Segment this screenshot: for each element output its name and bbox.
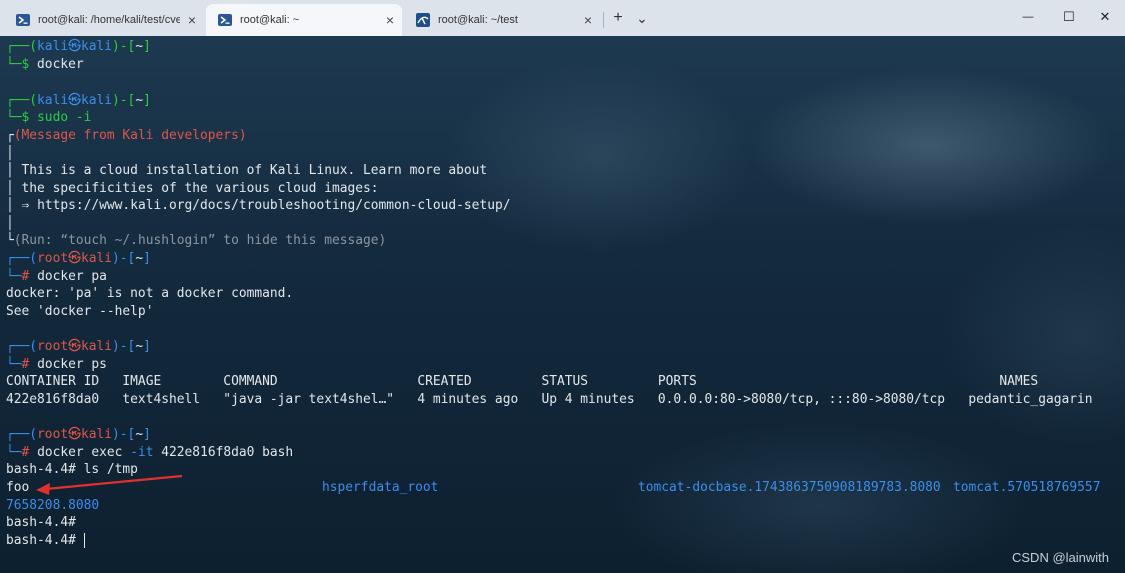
minimize-button[interactable]: —	[1005, 0, 1051, 34]
powershell-icon	[218, 13, 232, 27]
title-bar: root@kali: /home/kali/test/cve × root@ka…	[0, 0, 1125, 36]
tab-dropdown-button[interactable]: ⌄	[632, 4, 652, 32]
tab-label: root@kali: ~	[240, 14, 300, 26]
tab-label: root@kali: /home/kali/test/cve	[38, 14, 180, 26]
close-window-button[interactable]: ✕	[1082, 0, 1125, 34]
tab-label: root@kali: ~/test	[438, 14, 518, 26]
tab-test[interactable]: root@kali: ~/test ×	[404, 4, 600, 36]
close-icon[interactable]: ×	[180, 12, 204, 28]
powershell-icon	[16, 13, 30, 27]
annotation-arrow-icon	[36, 474, 183, 495]
terminal-output[interactable]: ┌──(kali㉿kali)-[~] └─$ docker ┌──(kali㉿k…	[0, 36, 1125, 573]
new-tab-button[interactable]: +	[608, 4, 628, 32]
tab-root-home[interactable]: root@kali: ~ ×	[206, 4, 402, 36]
tab-cve[interactable]: root@kali: /home/kali/test/cve ×	[4, 4, 204, 36]
close-icon[interactable]: ×	[378, 12, 402, 28]
watermark: CSDN @lainwith	[1012, 550, 1109, 565]
kali-icon	[416, 13, 430, 27]
close-icon[interactable]: ×	[576, 12, 600, 28]
tab-separator	[603, 12, 604, 28]
